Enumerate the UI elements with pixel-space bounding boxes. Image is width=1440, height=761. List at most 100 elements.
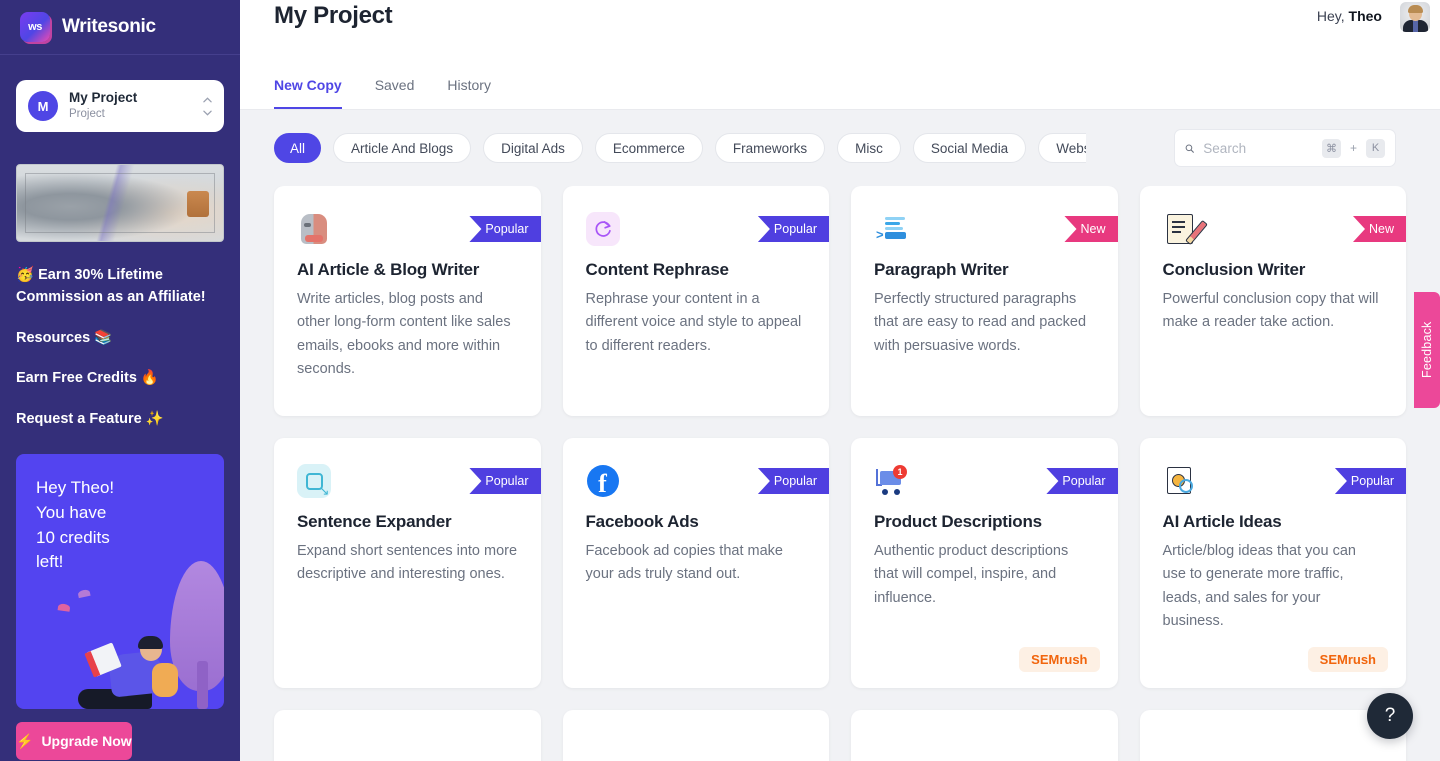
brand-name: Writesonic bbox=[62, 16, 156, 38]
tab-saved[interactable]: Saved bbox=[375, 77, 415, 109]
template-card-facebook-ads[interactable]: f Facebook Ads Facebook ad copies that m… bbox=[563, 438, 830, 688]
facebook-f-glyph: f bbox=[587, 465, 619, 497]
sidebar-item-affiliate[interactable]: 🥳 Earn 30% Lifetime Commission as an Aff… bbox=[16, 264, 224, 309]
note-line-1 bbox=[1172, 221, 1185, 223]
status-badge: Popular bbox=[1046, 468, 1117, 494]
card-description: Article/blog ideas that you can use to g… bbox=[1163, 540, 1384, 634]
feedback-tab[interactable]: Feedback bbox=[1414, 292, 1440, 408]
template-card-grid: AI Article & Blog Writer Write articles,… bbox=[240, 186, 1440, 761]
filter-pill-ecommerce[interactable]: Ecommerce bbox=[595, 133, 703, 163]
project-selector[interactable]: M My Project Project bbox=[16, 80, 224, 132]
filter-pill-all[interactable]: All bbox=[274, 133, 321, 163]
semrush-tag: SEMrush bbox=[1308, 647, 1388, 672]
project-chevrons[interactable] bbox=[203, 96, 212, 117]
project-text: My Project Project bbox=[69, 90, 203, 122]
template-card-product-descriptions[interactable]: 1 Product Descriptions Authentic product… bbox=[851, 438, 1118, 688]
writesonic-logo-icon: ws bbox=[20, 12, 50, 42]
project-subtitle: Project bbox=[69, 107, 203, 122]
template-card-placeholder[interactable] bbox=[274, 710, 541, 761]
project-name: My Project bbox=[69, 90, 203, 107]
card-title: Content Rephrase bbox=[586, 260, 807, 280]
sidebar: ws Writesonic M My Project Project 🥳 Ear… bbox=[0, 0, 240, 761]
template-card-conclusion-writer[interactable]: Conclusion Writer Powerful conclusion co… bbox=[1140, 186, 1407, 416]
card-title: Facebook Ads bbox=[586, 512, 807, 532]
filter-bar: All Article And Blogs Digital Ads Ecomme… bbox=[240, 110, 1440, 186]
upgrade-now-button[interactable]: ⚡ Upgrade Now bbox=[16, 722, 132, 760]
sidebar-links: 🥳 Earn 30% Lifetime Commission as an Aff… bbox=[0, 264, 240, 430]
filter-pill-social-media[interactable]: Social Media bbox=[913, 133, 1026, 163]
tab-history[interactable]: History bbox=[447, 77, 491, 109]
tab-new-copy[interactable]: New Copy bbox=[274, 77, 342, 109]
card-description: Powerful conclusion copy that will make … bbox=[1163, 288, 1384, 335]
line-1 bbox=[885, 217, 905, 220]
credits-text: Hey Theo! You have 10 credits left! bbox=[36, 476, 204, 575]
note-pencil-icon bbox=[1163, 212, 1197, 246]
chevron-up-icon bbox=[203, 96, 212, 105]
template-card-ai-article-blog-writer[interactable]: AI Article & Blog Writer Write articles,… bbox=[274, 186, 541, 416]
template-card-placeholder[interactable] bbox=[851, 710, 1118, 761]
facebook-icon: f bbox=[586, 464, 620, 498]
card-title: Product Descriptions bbox=[874, 512, 1095, 532]
filter-pill-misc[interactable]: Misc bbox=[837, 133, 901, 163]
template-card-sentence-expander[interactable]: Sentence Expander Expand short sentences… bbox=[274, 438, 541, 688]
filter-pill-list: All Article And Blogs Digital Ads Ecomme… bbox=[274, 133, 1086, 163]
status-badge: Popular bbox=[1335, 468, 1406, 494]
lightning-icon: ⚡ bbox=[16, 733, 33, 750]
credits-card: Hey Theo! You have 10 credits left! bbox=[16, 454, 224, 709]
card-description: Facebook ad copies that make your ads tr… bbox=[586, 540, 807, 587]
tree-trunk bbox=[197, 661, 208, 709]
person-reading-illustration bbox=[74, 629, 194, 709]
cart-wheel bbox=[882, 489, 888, 495]
shortcut-k-key: K bbox=[1366, 139, 1385, 158]
logo-text: ws bbox=[28, 21, 42, 33]
paragraph-lines-icon: > bbox=[874, 212, 908, 246]
search-icon bbox=[1185, 141, 1194, 156]
card-title: Sentence Expander bbox=[297, 512, 518, 532]
card-description: Write articles, blog posts and other lon… bbox=[297, 288, 518, 382]
main-content: My Project Hey, Theo New Copy Saved Hist… bbox=[240, 0, 1440, 761]
card-description: Expand short sentences into more descrip… bbox=[297, 540, 518, 587]
tab-bar: New Copy Saved History bbox=[274, 77, 491, 109]
sidebar-item-resources[interactable]: Resources 📚 bbox=[16, 327, 224, 349]
card-title: AI Article Ideas bbox=[1163, 512, 1384, 532]
template-card-placeholder[interactable] bbox=[1140, 710, 1407, 761]
magnifier-icon bbox=[1179, 479, 1193, 493]
refresh-icon bbox=[586, 212, 620, 246]
robot-face-shape bbox=[301, 214, 327, 244]
expand-arrow-icon bbox=[297, 464, 331, 498]
cart-count-badge: 1 bbox=[893, 465, 907, 479]
help-button[interactable]: ? bbox=[1367, 693, 1413, 739]
brand-header[interactable]: ws Writesonic bbox=[0, 0, 240, 55]
filter-pill-website[interactable]: Website bbox=[1038, 133, 1086, 163]
idea-search-icon bbox=[1163, 464, 1197, 498]
refresh-arrow-icon bbox=[593, 219, 613, 239]
template-card-content-rephrase[interactable]: Content Rephrase Rephrase your content i… bbox=[563, 186, 830, 416]
search-box[interactable]: ⌘ + K bbox=[1174, 129, 1396, 167]
filter-pill-digital-ads[interactable]: Digital Ads bbox=[483, 133, 583, 163]
sidebar-item-request-feature[interactable]: Request a Feature ✨ bbox=[16, 408, 224, 430]
dollar-bill-promo-image[interactable] bbox=[16, 164, 224, 242]
backpack bbox=[152, 663, 178, 697]
template-card-ai-article-ideas[interactable]: AI Article Ideas Article/blog ideas that… bbox=[1140, 438, 1407, 688]
expand-square-shape bbox=[306, 473, 323, 490]
line-2 bbox=[885, 222, 900, 225]
search-input[interactable] bbox=[1203, 141, 1313, 156]
upgrade-label: Upgrade Now bbox=[41, 733, 131, 749]
template-card-paragraph-writer[interactable]: > Paragraph Writer Perfectly structured … bbox=[851, 186, 1118, 416]
avatar[interactable] bbox=[1400, 2, 1430, 32]
avatar-hair bbox=[1408, 5, 1423, 13]
note-shape bbox=[1167, 214, 1193, 244]
user-name: Theo bbox=[1349, 8, 1382, 24]
shortcut-cmd-key: ⌘ bbox=[1322, 139, 1341, 158]
chevron-down-icon bbox=[203, 108, 212, 117]
note-line-2 bbox=[1172, 226, 1185, 228]
note-line-3 bbox=[1172, 231, 1181, 233]
page-title: My Project bbox=[274, 2, 392, 30]
filter-pill-frameworks[interactable]: Frameworks bbox=[715, 133, 825, 163]
filter-pill-article-and-blogs[interactable]: Article And Blogs bbox=[333, 133, 471, 163]
status-badge: Popular bbox=[469, 468, 540, 494]
person-hair bbox=[138, 636, 163, 649]
template-card-placeholder[interactable] bbox=[563, 710, 830, 761]
sidebar-item-free-credits[interactable]: Earn Free Credits 🔥 bbox=[16, 367, 224, 389]
card-title: Paragraph Writer bbox=[874, 260, 1095, 280]
